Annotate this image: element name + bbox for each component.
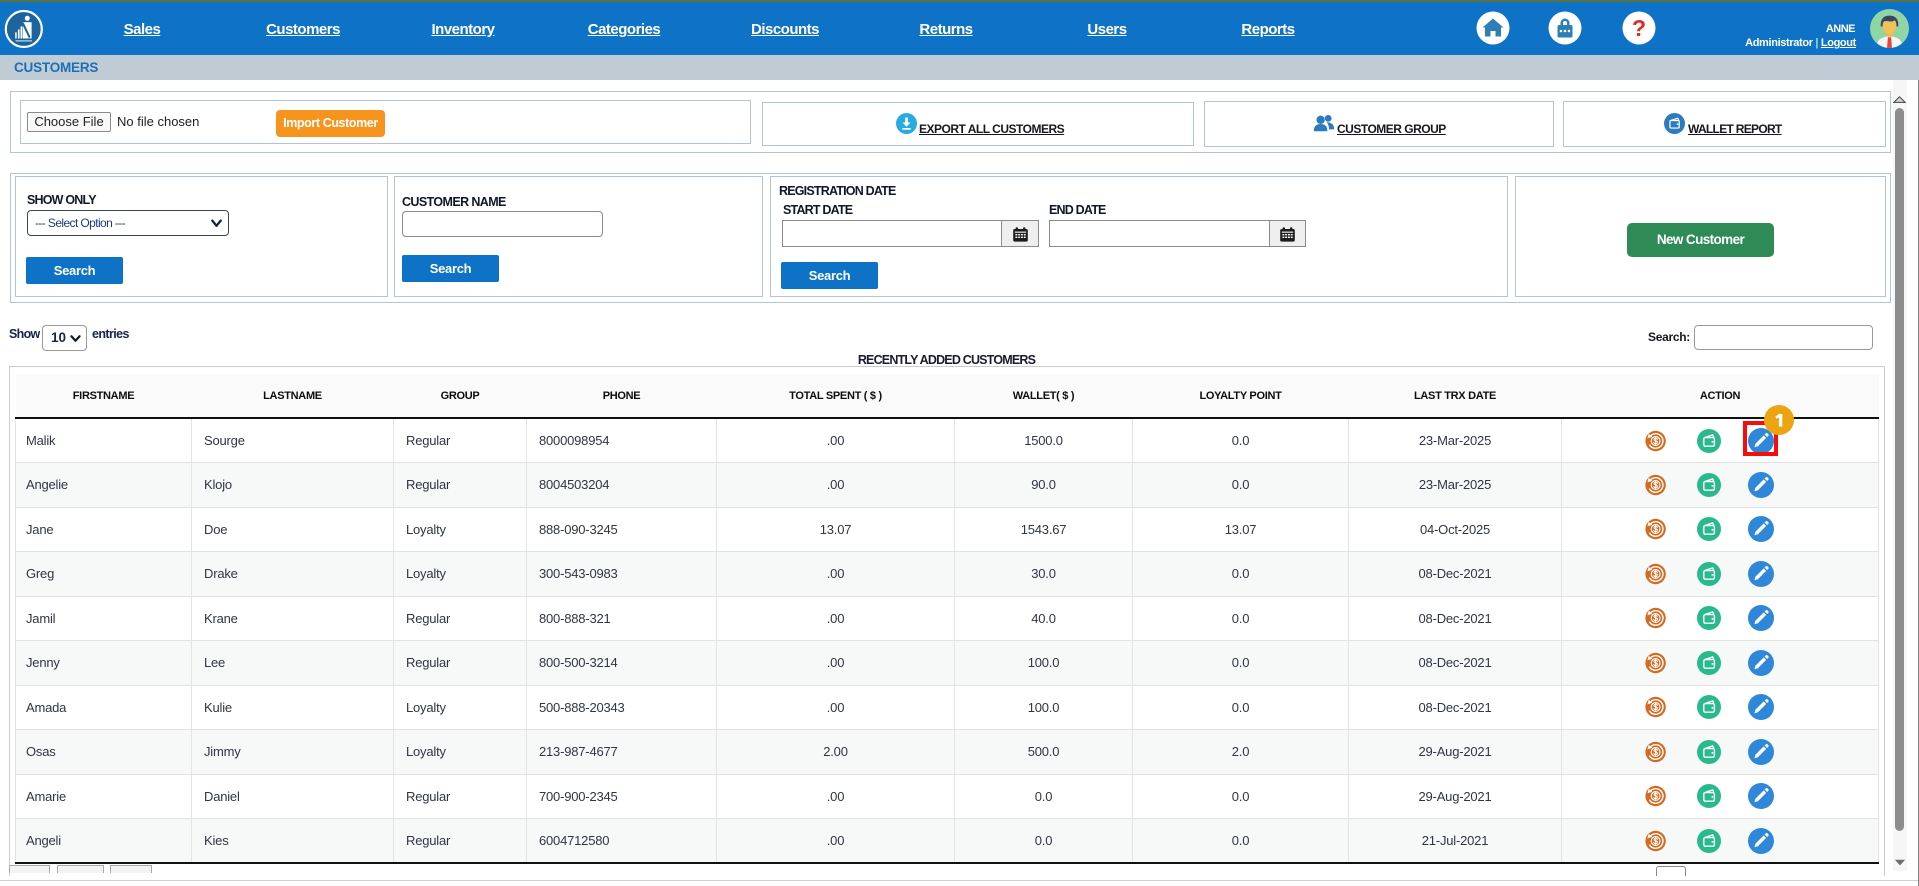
svg-text:?: ?	[1632, 15, 1646, 41]
